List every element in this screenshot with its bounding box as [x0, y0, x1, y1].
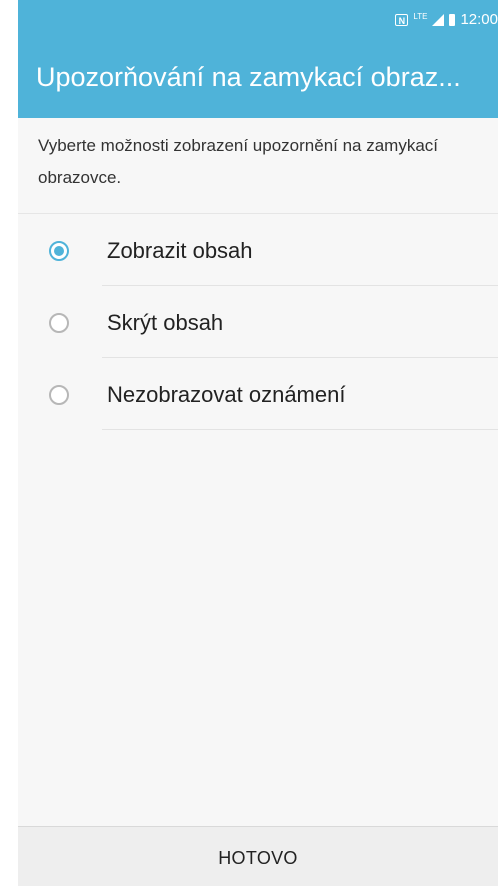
option-no-notifications[interactable]: Nezobrazovat oznámení	[18, 358, 498, 430]
description-text: Vyberte možnosti zobrazení upozornění na…	[38, 136, 439, 187]
option-label: Zobrazit obsah	[107, 238, 253, 263]
app-bar: Upozorňování na zamykací obraz...	[18, 38, 498, 118]
status-icons: N LTE 12:00	[395, 12, 498, 28]
done-button[interactable]: HOTOVO	[18, 827, 498, 886]
bottom-bar: HOTOVO	[18, 826, 498, 886]
status-time: 12:00	[460, 11, 498, 28]
option-show-content[interactable]: Zobrazit obsah	[18, 214, 498, 286]
option-label: Skrýt obsah	[107, 310, 224, 335]
option-label: Nezobrazovat oznámení	[107, 382, 346, 407]
battery-icon	[449, 14, 456, 26]
status-bar: N LTE 12:00	[18, 0, 498, 38]
radio-button[interactable]	[49, 313, 69, 333]
signal-icon	[432, 14, 445, 26]
option-divider	[102, 429, 498, 430]
radio-button-selected[interactable]	[49, 241, 69, 261]
phone-screen: N LTE 12:00 Upozorňování na zamykací obr…	[18, 0, 498, 886]
option-hide-content[interactable]: Skrýt obsah	[18, 286, 498, 358]
lte-label: LTE	[413, 12, 428, 21]
page-title: Upozorňování na zamykací obraz...	[36, 62, 461, 92]
radio-button[interactable]	[49, 385, 69, 405]
nfc-icon: N	[395, 14, 409, 26]
